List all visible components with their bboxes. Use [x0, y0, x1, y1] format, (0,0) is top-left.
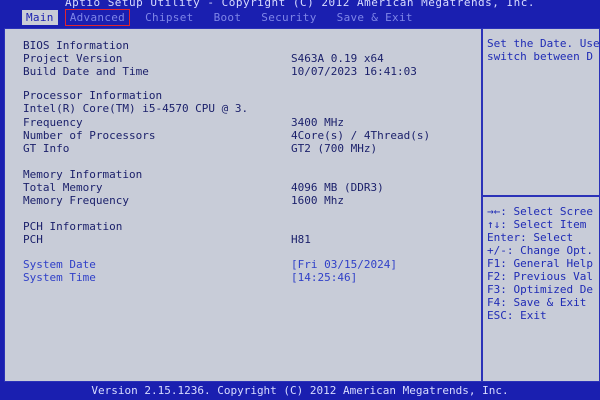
system-time-row[interactable]: System Time [14:25:46]	[23, 271, 473, 284]
cpu-name-row: Intel(R) Core(TM) i5-4570 CPU @ 3.	[23, 102, 473, 115]
help-line: Set the Date. Use	[487, 37, 599, 50]
key-hint: +/-: Change Opt.	[487, 244, 593, 257]
key-hint: →←: Select Scree	[487, 205, 593, 218]
bios-information-heading: BIOS Information	[23, 39, 473, 52]
key-hint: F1: General Help	[487, 257, 593, 270]
help-text: Set the Date. Use switch between D	[487, 37, 599, 63]
tab-save-exit[interactable]: Save & Exit	[333, 10, 417, 25]
row-label: Intel(R) Core(TM) i5-4570 CPU @ 3.	[23, 102, 249, 115]
row-label: Project Version	[23, 52, 123, 65]
row-value: 1600 Mhz	[291, 194, 344, 207]
section-label: BIOS Information	[23, 39, 129, 52]
processor-information-heading: Processor Information	[23, 89, 473, 102]
key-hint: Enter: Select	[487, 231, 574, 244]
tab-chipset[interactable]: Chipset	[141, 10, 197, 25]
tab-bar: Main Advanced Chipset Boot Security Save…	[0, 8, 600, 26]
tab-main[interactable]: Main	[22, 9, 58, 25]
row-label: GT Info	[23, 142, 70, 155]
system-time-label: System Time	[23, 271, 96, 284]
section-label: Processor Information	[23, 89, 163, 102]
pch-row: PCH H81	[23, 233, 473, 246]
system-date-label: System Date	[23, 258, 96, 271]
row-value: 10/07/2023 16:41:03	[291, 65, 417, 78]
window-title: Aptio Setup Utility - Copyright (C) 2012…	[64, 0, 536, 8]
memory-information-heading: Memory Information	[23, 168, 473, 181]
system-time-field[interactable]: [14:25:46]	[291, 271, 357, 284]
main-pane: BIOS Information Project Version S463A 0…	[5, 29, 483, 381]
row-label: Memory Frequency	[23, 194, 129, 207]
row-label: Number of Processors	[23, 129, 156, 142]
help-divider	[483, 195, 599, 197]
row-label: Frequency	[23, 116, 83, 129]
section-label: Memory Information	[23, 168, 143, 181]
row-value: 4096 MB (DDR3)	[291, 181, 384, 194]
version-footer: Version 2.15.1236. Copyright (C) 2012 Am…	[91, 384, 509, 397]
help-line: switch between D	[487, 50, 593, 63]
row-label: Total Memory	[23, 181, 103, 194]
key-hint: ESC: Exit	[487, 309, 547, 322]
row-label: Build Date and Time	[23, 65, 149, 78]
pch-information-heading: PCH Information	[23, 220, 473, 233]
gt-info-row: GT Info GT2 (700 MHz)	[23, 142, 473, 155]
row-value: S463A 0.19 x64	[291, 52, 384, 65]
row-value: GT2 (700 MHz)	[291, 142, 378, 155]
tab-advanced[interactable]: Advanced	[64, 8, 131, 26]
system-date-field[interactable]: [Fri 03/15/2024]	[291, 258, 397, 271]
tab-boot[interactable]: Boot	[210, 10, 246, 25]
project-version-row: Project Version S463A 0.19 x64	[23, 52, 473, 65]
key-hint: F3: Optimized De	[487, 283, 593, 296]
tab-security[interactable]: Security	[257, 10, 320, 25]
num-processors-row: Number of Processors 4Core(s) / 4Thread(…	[23, 129, 473, 142]
key-hint: ↑↓: Select Item	[487, 218, 587, 231]
key-legend: →←: Select Scree ↑↓: Select Item Enter: …	[487, 205, 593, 322]
row-value: 4Core(s) / 4Thread(s)	[291, 129, 431, 142]
row-value: H81	[291, 233, 311, 246]
frequency-row: Frequency 3400 MHz	[23, 116, 473, 129]
build-date-row: Build Date and Time 10/07/2023 16:41:03	[23, 65, 473, 78]
section-label: PCH Information	[23, 220, 123, 233]
memory-frequency-row: Memory Frequency 1600 Mhz	[23, 194, 473, 207]
help-pane: Set the Date. Use switch between D →←: S…	[483, 29, 599, 381]
row-value: 3400 MHz	[291, 116, 344, 129]
key-hint: F4: Save & Exit	[487, 296, 587, 309]
setup-panel: BIOS Information Project Version S463A 0…	[4, 28, 600, 382]
key-hint: F2: Previous Val	[487, 270, 593, 283]
row-label: PCH	[23, 233, 43, 246]
total-memory-row: Total Memory 4096 MB (DDR3)	[23, 181, 473, 194]
system-date-row[interactable]: System Date [Fri 03/15/2024]	[23, 258, 473, 271]
